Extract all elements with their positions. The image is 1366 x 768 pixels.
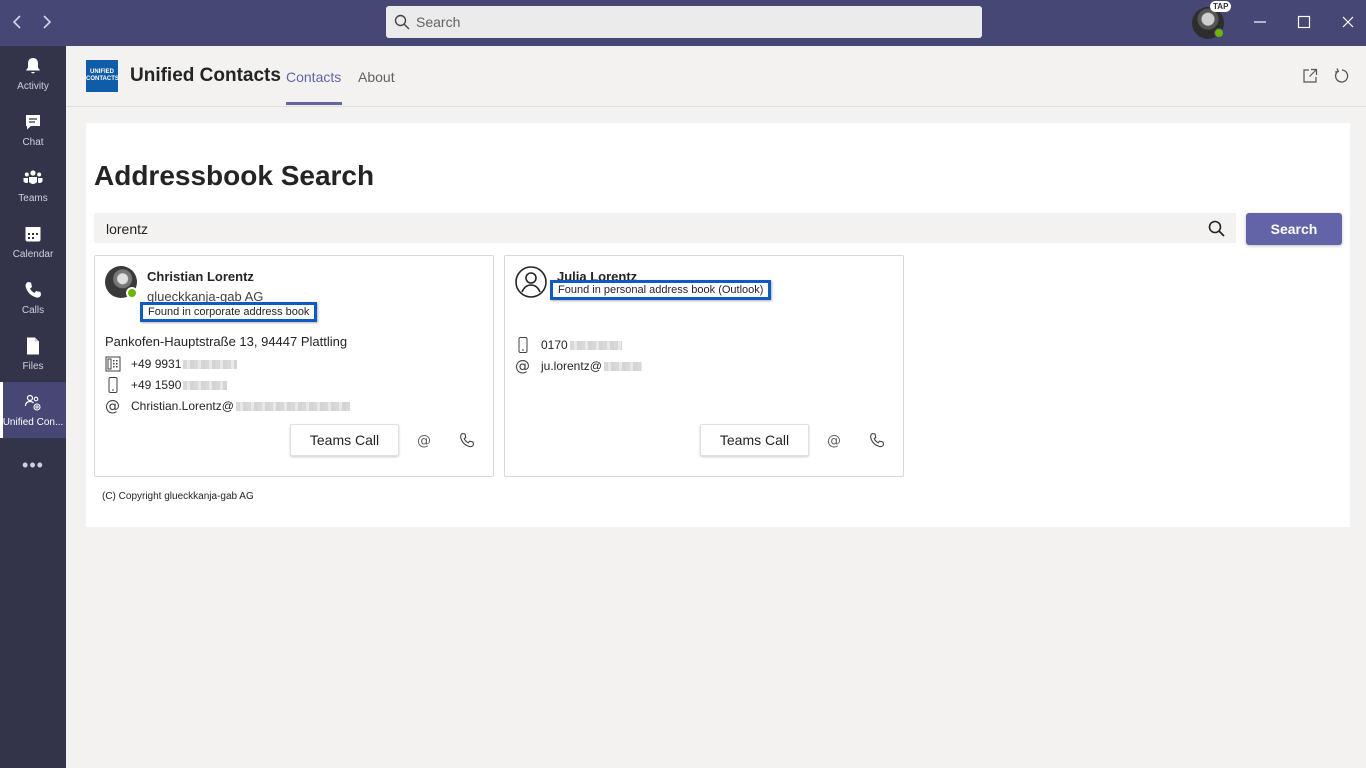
rail-item-chat[interactable]: Chat — [0, 102, 66, 158]
unified-contacts-icon — [23, 392, 43, 412]
svg-text:@: @ — [417, 433, 431, 449]
mobile-phone-number: 0170 — [541, 338, 568, 352]
rail-item-calendar[interactable]: Calendar — [0, 214, 66, 270]
contact-card: Julia Lorentz Found in personal address … — [504, 255, 904, 477]
rail-label: Calendar — [12, 249, 54, 260]
contact-email: Christian.Lorentz@ — [131, 399, 234, 413]
person-icon — [515, 266, 547, 298]
contact-email: ju.lorentz@ — [541, 359, 602, 373]
rail-item-teams[interactable]: Teams — [0, 158, 66, 214]
rail-item-unified-contacts[interactable]: Unified Con... — [0, 382, 66, 438]
rail-item-activity[interactable]: Activity — [0, 46, 66, 102]
bell-icon — [23, 56, 43, 76]
back-arrow-icon[interactable] — [8, 12, 28, 32]
search-placeholder: Search — [416, 14, 461, 30]
office-phone-icon — [105, 355, 121, 373]
addressbook-search-input[interactable]: lorentz — [94, 213, 1236, 243]
call-icon[interactable] — [458, 431, 476, 449]
chat-icon — [23, 112, 43, 132]
source-badge: Found in personal address book (Outlook) — [550, 280, 772, 300]
app-header: UNIFIED CONTACTS Unified Contacts Contac… — [66, 46, 1366, 107]
rail-label: Activity — [17, 81, 49, 92]
redacted-text — [183, 360, 238, 370]
forward-arrow-icon[interactable] — [36, 12, 56, 32]
contact-card: Christian Lorentz glueckkanja-gab AG Fou… — [94, 255, 494, 477]
email-icon[interactable]: @ — [826, 431, 844, 449]
active-tab-indicator — [286, 102, 342, 105]
rail-label: Chat — [22, 137, 44, 148]
close-icon[interactable] — [1336, 10, 1360, 34]
presence-available-icon — [1214, 28, 1224, 38]
at-icon: @ — [515, 357, 531, 375]
office-phone-number: +49 9931 — [131, 357, 182, 371]
app-logo: UNIFIED CONTACTS — [86, 60, 119, 92]
maximize-icon[interactable] — [1292, 10, 1316, 34]
page-title: Addressbook Search — [94, 160, 375, 191]
rail-item-files[interactable]: Files — [0, 326, 66, 382]
mobile-phone-icon — [515, 336, 531, 354]
tab-contacts[interactable]: Contacts — [286, 69, 341, 85]
teams-call-button[interactable]: Teams Call — [290, 424, 399, 456]
rail-item-calls[interactable]: Calls — [0, 270, 66, 326]
presence-available-icon — [126, 287, 138, 299]
search-icon — [394, 14, 410, 30]
profile-badge: TAP — [1210, 1, 1232, 12]
calendar-icon — [23, 224, 43, 244]
at-icon: @ — [105, 397, 121, 415]
popout-icon[interactable] — [1301, 67, 1319, 85]
redacted-text — [183, 381, 228, 391]
more-apps-icon[interactable]: ••• — [20, 456, 46, 474]
title-bar: Search TAP — [0, 0, 1366, 46]
svg-text:@: @ — [105, 397, 120, 415]
rail-label: Calls — [21, 305, 45, 316]
mobile-phone-icon — [105, 376, 121, 394]
main-panel: Addressbook Search lorentz Search Christ… — [86, 123, 1350, 527]
contact-address: Pankofen-Hauptstraße 13, 94447 Plattling — [105, 334, 348, 349]
rail-label: Unified Con... — [2, 417, 64, 428]
file-icon — [23, 336, 43, 356]
global-search-input[interactable]: Search — [386, 6, 982, 38]
app-title: Unified Contacts — [130, 65, 281, 86]
search-icon[interactable] — [1208, 220, 1225, 237]
teams-icon — [23, 168, 43, 188]
rail-label: Files — [22, 361, 44, 372]
search-query-value: lorentz — [106, 221, 149, 237]
copyright-text: (C) Copyright glueckkanja-gab AG — [102, 491, 254, 502]
contact-name: Christian Lorentz — [147, 269, 254, 284]
app-logo-text: UNIFIED CONTACTS — [86, 69, 119, 82]
rail-label: Teams — [18, 193, 48, 204]
phone-icon — [23, 280, 43, 300]
call-icon[interactable] — [868, 431, 886, 449]
redacted-text — [235, 402, 350, 412]
minimize-icon[interactable] — [1248, 10, 1272, 34]
teams-call-button[interactable]: Teams Call — [700, 424, 809, 456]
search-button[interactable]: Search — [1246, 213, 1342, 245]
svg-text:@: @ — [515, 357, 530, 375]
source-badge: Found in corporate address book — [140, 302, 318, 322]
refresh-icon[interactable] — [1333, 67, 1351, 85]
app-rail: Activity Chat Teams Calendar Calls Files — [0, 46, 66, 768]
svg-text:@: @ — [827, 433, 841, 449]
redacted-text — [603, 362, 642, 372]
tab-about[interactable]: About — [358, 69, 395, 85]
email-icon[interactable]: @ — [416, 431, 434, 449]
redacted-text — [569, 341, 622, 351]
mobile-phone-number: +49 1590 — [131, 378, 182, 392]
